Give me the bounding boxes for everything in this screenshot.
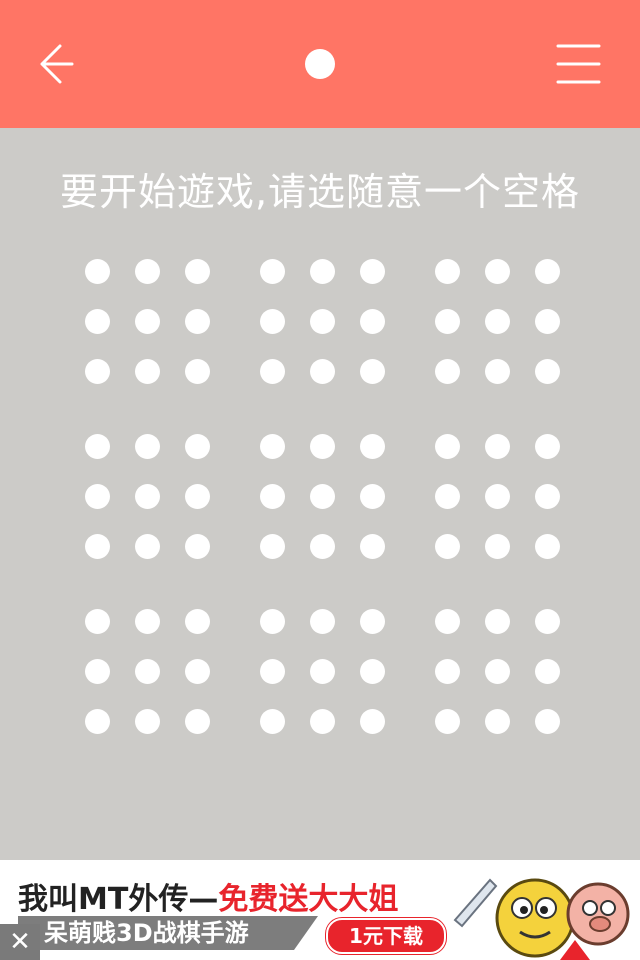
board-cell[interactable] <box>485 434 510 459</box>
board-cell[interactable] <box>360 259 385 284</box>
board-cell[interactable] <box>360 434 385 459</box>
board-cell[interactable] <box>185 659 210 684</box>
close-icon: ✕ <box>9 927 31 957</box>
board-cell[interactable] <box>485 609 510 634</box>
board-cell[interactable] <box>435 484 460 509</box>
board-cell[interactable] <box>435 259 460 284</box>
board-cell[interactable] <box>485 309 510 334</box>
board-cell[interactable] <box>360 534 385 559</box>
board-cell[interactable] <box>85 534 110 559</box>
board-cell[interactable] <box>85 434 110 459</box>
board-cell[interactable] <box>310 609 335 634</box>
board-cell[interactable] <box>310 359 335 384</box>
ad-headline: 我叫MT外传—免费送大大姐 <box>18 874 398 918</box>
board-cell[interactable] <box>360 359 385 384</box>
board-cell[interactable] <box>135 709 160 734</box>
board-cell[interactable] <box>310 259 335 284</box>
board-cell[interactable] <box>435 659 460 684</box>
board-cell[interactable] <box>360 659 385 684</box>
board-cell[interactable] <box>135 259 160 284</box>
board-cell[interactable] <box>310 659 335 684</box>
board-cell[interactable] <box>535 309 560 334</box>
board-cell[interactable] <box>435 534 460 559</box>
board-cell[interactable] <box>360 309 385 334</box>
board-cell[interactable] <box>535 709 560 734</box>
board-cell[interactable] <box>260 534 285 559</box>
board-cell[interactable] <box>260 309 285 334</box>
board-cell[interactable] <box>435 709 460 734</box>
ad-close-button[interactable]: ✕ <box>0 924 40 960</box>
board-cell[interactable] <box>85 609 110 634</box>
board-cell[interactable] <box>185 709 210 734</box>
board-cell[interactable] <box>135 359 160 384</box>
board-cell[interactable] <box>485 659 510 684</box>
board-cell[interactable] <box>310 534 335 559</box>
board-cell[interactable] <box>85 359 110 384</box>
board-cell[interactable] <box>260 484 285 509</box>
board-cell[interactable] <box>135 484 160 509</box>
board-cell[interactable] <box>185 484 210 509</box>
board-cell[interactable] <box>485 359 510 384</box>
board-cell[interactable] <box>135 659 160 684</box>
board-cell[interactable] <box>535 609 560 634</box>
board-cell[interactable] <box>535 259 560 284</box>
game-board <box>0 0 640 860</box>
board-cell[interactable] <box>185 259 210 284</box>
board-cell[interactable] <box>260 359 285 384</box>
ad-download-button[interactable]: 1元下载 <box>326 918 446 954</box>
board-cell[interactable] <box>185 309 210 334</box>
board-cell[interactable] <box>310 434 335 459</box>
board-cell[interactable] <box>535 659 560 684</box>
ad-headline-title: 我叫MT外传— <box>18 882 219 917</box>
board-cell[interactable] <box>135 534 160 559</box>
board-cell[interactable] <box>85 309 110 334</box>
ad-subtitle: 呆萌贱3D战棋手游 <box>44 919 249 947</box>
board-cell[interactable] <box>360 609 385 634</box>
board-cell[interactable] <box>535 434 560 459</box>
board-cell[interactable] <box>485 534 510 559</box>
board-cell[interactable] <box>135 434 160 459</box>
board-cell[interactable] <box>85 484 110 509</box>
ad-headline-offer: 免费送大大姐 <box>218 882 399 917</box>
board-cell[interactable] <box>435 609 460 634</box>
board-cell[interactable] <box>185 434 210 459</box>
board-cell[interactable] <box>485 259 510 284</box>
board-cell[interactable] <box>310 484 335 509</box>
board-cell[interactable] <box>435 359 460 384</box>
board-cell[interactable] <box>185 609 210 634</box>
ad-mascot-image <box>453 878 630 960</box>
board-cell[interactable] <box>360 709 385 734</box>
board-cell[interactable] <box>535 359 560 384</box>
board-cell[interactable] <box>85 259 110 284</box>
board-cell[interactable] <box>135 309 160 334</box>
board-cell[interactable] <box>360 484 385 509</box>
board-cell[interactable] <box>85 709 110 734</box>
board-cell[interactable] <box>135 609 160 634</box>
board-cell[interactable] <box>485 709 510 734</box>
board-cell[interactable] <box>185 534 210 559</box>
board-cell[interactable] <box>260 609 285 634</box>
ad-banner[interactable]: 我叫MT外传—免费送大大姐 呆萌贱3D战棋手游 1元下载 <box>0 860 640 960</box>
board-cell[interactable] <box>260 259 285 284</box>
board-cell[interactable] <box>260 659 285 684</box>
board-cell[interactable] <box>260 434 285 459</box>
board-cell[interactable] <box>310 709 335 734</box>
board-cell[interactable] <box>435 434 460 459</box>
board-cell[interactable] <box>85 659 110 684</box>
board-cell[interactable] <box>185 359 210 384</box>
board-cell[interactable] <box>485 484 510 509</box>
board-cell[interactable] <box>535 484 560 509</box>
board-cell[interactable] <box>260 709 285 734</box>
board-cell[interactable] <box>310 309 335 334</box>
board-cell[interactable] <box>435 309 460 334</box>
board-cell[interactable] <box>535 534 560 559</box>
